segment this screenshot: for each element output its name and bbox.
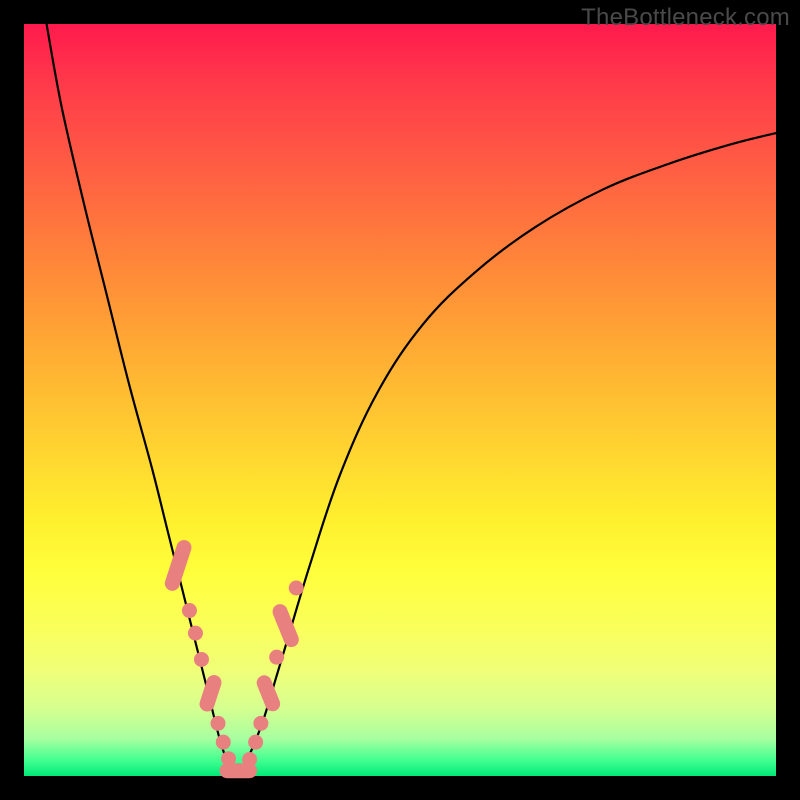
data-markers-group xyxy=(163,538,304,778)
data-marker-dot xyxy=(242,752,257,767)
data-marker-dot xyxy=(248,735,263,750)
data-marker-dot xyxy=(211,716,226,731)
data-marker-dot xyxy=(269,650,284,665)
chart-plot-area xyxy=(24,24,776,776)
data-marker-pill xyxy=(198,673,224,713)
data-marker-dot xyxy=(182,603,197,618)
chart-svg xyxy=(24,24,776,776)
curve-right-branch xyxy=(235,133,776,776)
data-marker-pill xyxy=(163,538,194,593)
data-marker-dot xyxy=(253,716,268,731)
data-marker-pill xyxy=(254,673,282,713)
data-marker-dot xyxy=(194,652,209,667)
data-marker-dot xyxy=(216,735,231,750)
data-marker-dot xyxy=(289,581,304,596)
watermark-text: TheBottleneck.com xyxy=(581,4,790,32)
data-marker-dot xyxy=(188,626,203,641)
